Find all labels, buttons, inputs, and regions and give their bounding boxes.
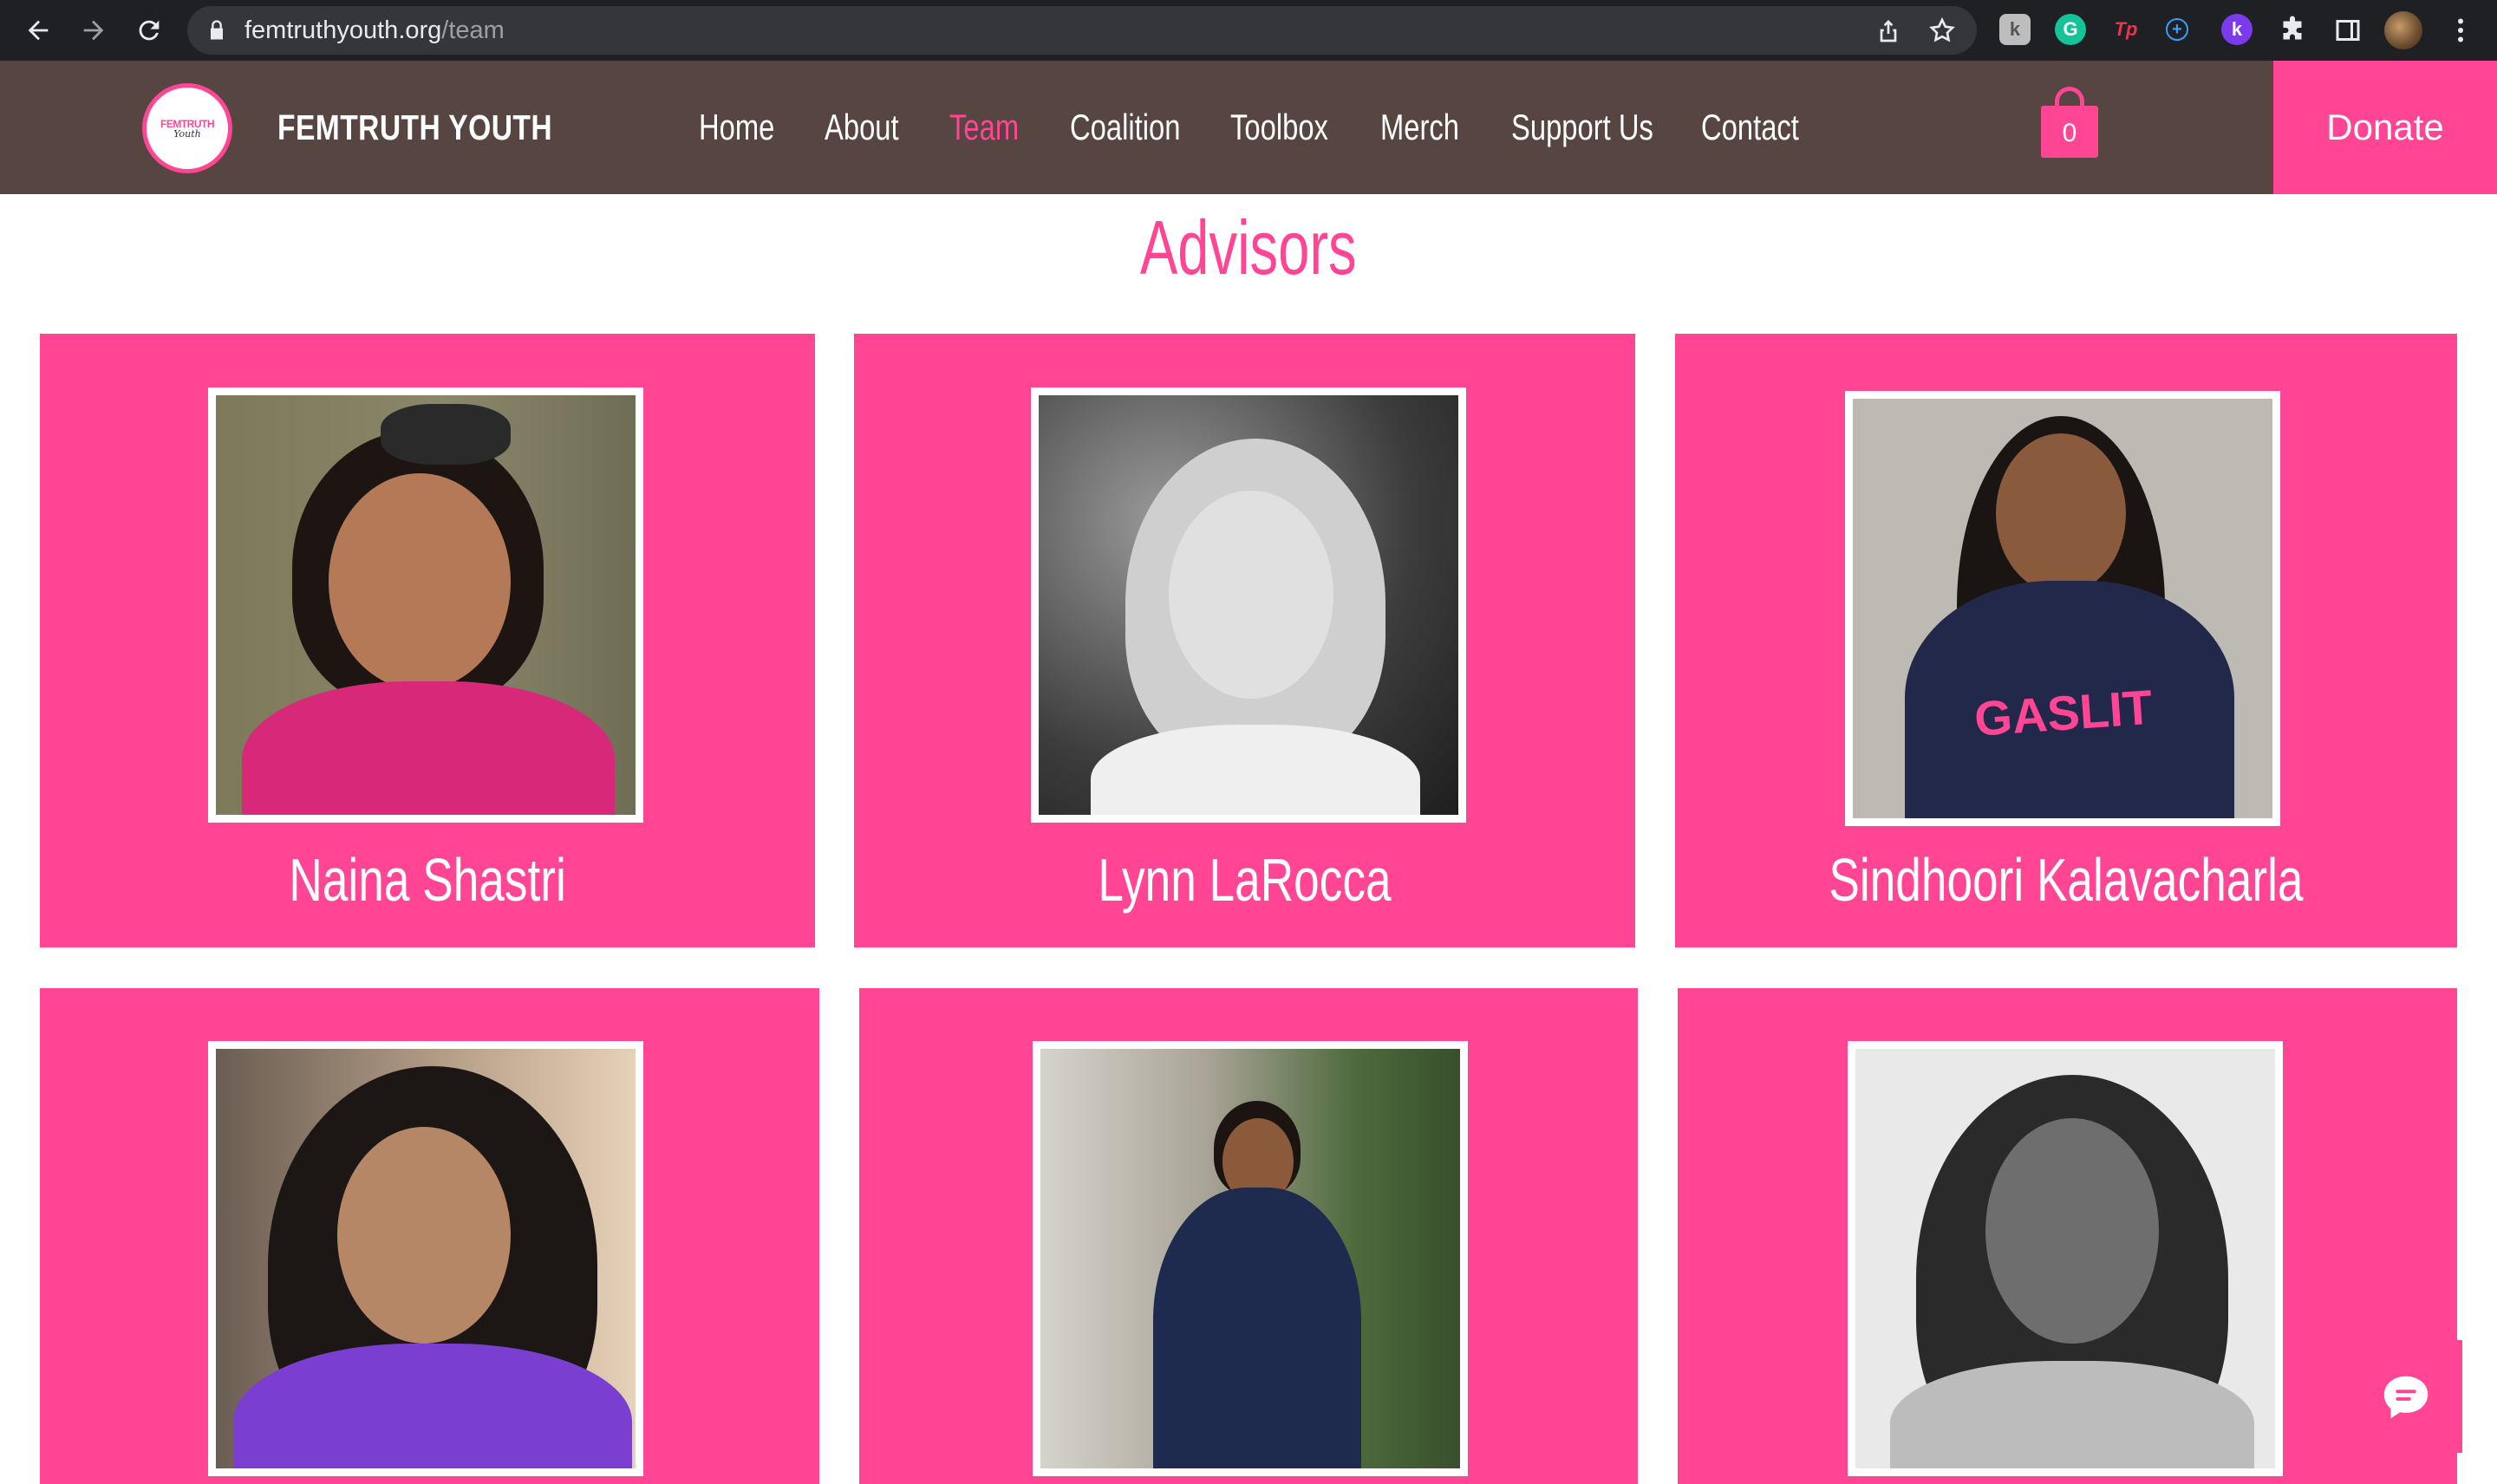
nav-coalition[interactable]: Coalition bbox=[1070, 61, 1180, 194]
advisor-card: Naina Shastri bbox=[40, 334, 815, 947]
profile-avatar[interactable] bbox=[2384, 11, 2422, 49]
advisor-photo bbox=[1031, 387, 1466, 823]
plus-circle-icon[interactable]: + bbox=[2166, 18, 2188, 41]
advisor-photo bbox=[208, 1041, 643, 1476]
chat-bubble-icon bbox=[2383, 1376, 2429, 1419]
advisor-photo bbox=[208, 387, 643, 823]
back-button[interactable] bbox=[17, 10, 59, 51]
chat-button[interactable] bbox=[2350, 1340, 2462, 1453]
side-panel-icon[interactable] bbox=[2332, 15, 2363, 46]
advisor-name: Lynn LaRocca bbox=[1098, 846, 1392, 914]
grammarly-icon[interactable]: G bbox=[2055, 14, 2086, 45]
reload-button[interactable] bbox=[128, 10, 170, 51]
url-host: femtruthyouth.org bbox=[244, 16, 442, 44]
address-bar[interactable]: femtruthyouth.org/team bbox=[187, 6, 1977, 55]
brand-name[interactable]: FEMTRUTH YOUTH bbox=[277, 61, 552, 194]
reload-icon bbox=[139, 20, 160, 41]
section-title-text: Advisors bbox=[1140, 205, 1357, 290]
donate-button[interactable]: Donate bbox=[2273, 61, 2497, 194]
forward-button[interactable] bbox=[73, 10, 114, 51]
site-header: FEMTRUTH Youth FEMTRUTH YOUTH Home About… bbox=[0, 61, 2497, 194]
more-vert-icon[interactable] bbox=[2445, 15, 2476, 46]
lock-icon bbox=[211, 20, 223, 40]
site-logo[interactable]: FEMTRUTH Youth bbox=[142, 83, 232, 173]
nav-support-us[interactable]: Support Us bbox=[1511, 61, 1653, 194]
nav-toolbox[interactable]: Toolbox bbox=[1230, 61, 1328, 194]
advisor-card bbox=[859, 988, 1638, 1484]
advisor-photo bbox=[1848, 1041, 2283, 1476]
nav-home[interactable]: Home bbox=[699, 61, 774, 194]
nav-contact[interactable]: Contact bbox=[1701, 61, 1799, 194]
cart-button[interactable]: 0 bbox=[2041, 85, 2098, 159]
advisor-photo: GASLIT bbox=[1845, 391, 2280, 826]
advisor-card bbox=[1678, 988, 2457, 1484]
advisor-card: Lynn LaRocca bbox=[854, 334, 1635, 947]
nav-about[interactable]: About bbox=[825, 61, 899, 194]
tp-icon[interactable]: Tp bbox=[2110, 14, 2142, 45]
advisor-name: Sindhoori Kalavacharla bbox=[1829, 846, 2304, 914]
advisor-card: GASLIT Sindhoori Kalavacharla bbox=[1675, 334, 2457, 947]
advisor-photo bbox=[1033, 1041, 1468, 1476]
kami-icon[interactable]: k bbox=[2221, 14, 2253, 45]
share-icon[interactable] bbox=[1874, 16, 1902, 44]
url-path: /team bbox=[441, 16, 505, 44]
arrow-left-icon bbox=[28, 20, 49, 41]
cart-count: 0 bbox=[2062, 119, 2077, 147]
section-title: Advisors bbox=[0, 205, 2497, 291]
extension-k-icon[interactable]: k bbox=[1999, 14, 2031, 45]
url-text: femtruthyouth.org/team bbox=[244, 6, 505, 55]
arrow-right-icon bbox=[83, 20, 104, 41]
star-icon[interactable] bbox=[1928, 16, 1956, 44]
nav-team[interactable]: Team bbox=[949, 61, 1019, 194]
nav-merch[interactable]: Merch bbox=[1380, 61, 1459, 194]
advisor-card bbox=[40, 988, 819, 1484]
advisor-name: Naina Shastri bbox=[289, 846, 566, 914]
logo-subtext: Youth bbox=[173, 127, 201, 140]
puzzle-icon[interactable] bbox=[2277, 15, 2308, 46]
browser-toolbar: femtruthyouth.org/team k G Tp + k bbox=[0, 0, 2497, 61]
